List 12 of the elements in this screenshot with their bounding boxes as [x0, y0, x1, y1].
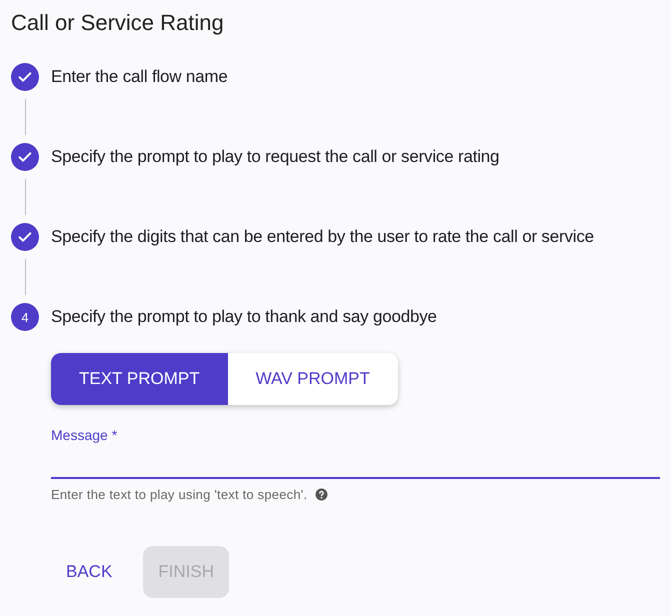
- toggle-option[interactable]: WAV PROMPT: [228, 353, 398, 405]
- step-label: Enter the call flow name: [51, 67, 228, 87]
- step-number: 4: [11, 303, 39, 331]
- page-title: Call or Service Rating: [11, 9, 224, 37]
- step-label: Specify the prompt to play to request the call or service rating: [51, 147, 500, 167]
- toggle-option[interactable]: TEXT PROMPT: [51, 353, 228, 405]
- helper-text: Enter the text to play using 'text to speech'.: [51, 487, 308, 502]
- step-label: Specify the prompt to play to thank and say goodbye: [51, 307, 437, 327]
- help-icon[interactable]: [315, 488, 328, 501]
- back-button[interactable]: BACK: [51, 546, 128, 598]
- step-label: Specify the digits that can be entered by the user to rate the call or service: [51, 227, 594, 247]
- field-label: Message *: [51, 427, 118, 443]
